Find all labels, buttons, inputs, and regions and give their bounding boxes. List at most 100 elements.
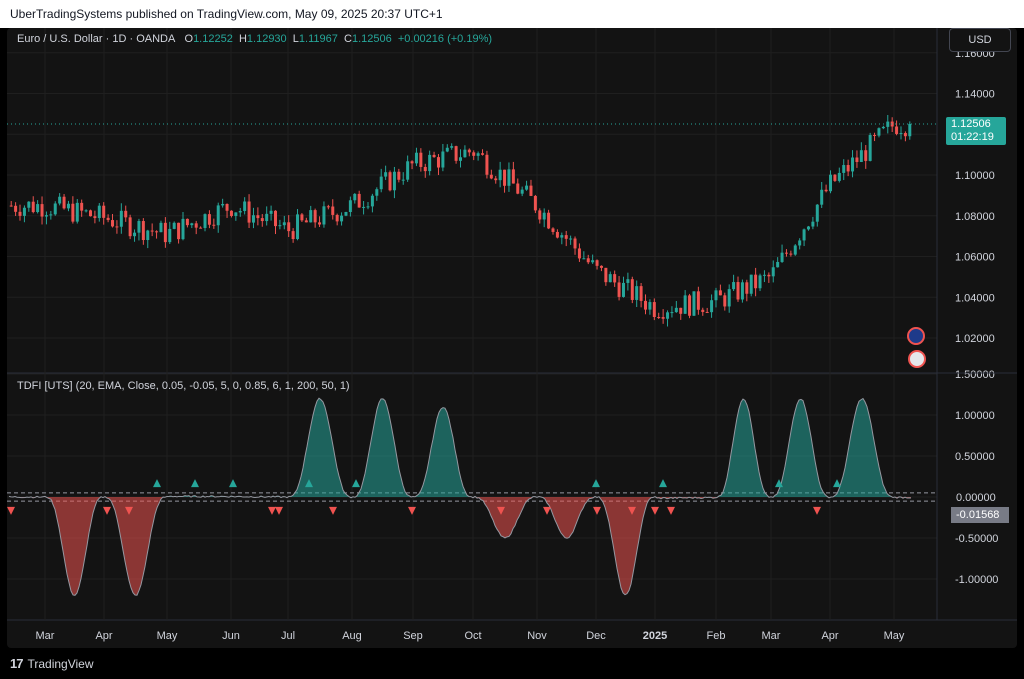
candle-body xyxy=(80,202,84,211)
buy-signal-icon xyxy=(592,479,600,488)
candle-body xyxy=(824,189,828,192)
candle-body xyxy=(49,214,53,216)
candle-body xyxy=(815,204,819,222)
candle-body xyxy=(71,203,75,222)
candle-body xyxy=(428,154,432,172)
high-label: H xyxy=(238,33,247,45)
time-axis-label: Apr xyxy=(95,630,112,642)
candle-body xyxy=(573,238,577,249)
tdfi-negative-area xyxy=(9,497,911,596)
candle-body xyxy=(163,222,167,243)
candle-body xyxy=(344,212,348,216)
candle-body xyxy=(560,235,564,238)
candle-body xyxy=(613,274,617,283)
chart-svg[interactable]: 1.020001.040001.060001.080001.100001.120… xyxy=(7,28,1017,648)
candle-body xyxy=(621,282,625,297)
candle-body xyxy=(507,169,511,186)
time-axis-label: Feb xyxy=(707,630,726,642)
candle-body xyxy=(362,206,366,208)
candle-body xyxy=(511,169,515,184)
candle-body xyxy=(58,196,62,204)
candle-body xyxy=(683,295,687,314)
candle-body xyxy=(353,193,357,201)
candle-body xyxy=(723,295,727,307)
candle-body xyxy=(476,153,480,156)
candle-body xyxy=(595,260,599,266)
publish-text: UberTradingSystems published on TradingV… xyxy=(10,7,443,21)
candle-body xyxy=(414,152,418,164)
sell-signal-icon xyxy=(543,506,551,515)
price-axis-label: 1.08000 xyxy=(955,211,995,223)
candle-body xyxy=(273,210,277,227)
candle-body xyxy=(392,171,396,191)
candle-body xyxy=(296,214,300,240)
close-label: C xyxy=(344,33,352,45)
candle-body xyxy=(340,215,344,222)
candle-body xyxy=(221,203,225,206)
indicator-axis-label: -1.00000 xyxy=(955,574,998,586)
candle-body xyxy=(494,178,498,181)
candle-body xyxy=(806,226,810,230)
candle-body xyxy=(520,189,524,194)
candle-body xyxy=(481,153,485,155)
candle-body xyxy=(802,229,806,241)
candle-body xyxy=(533,195,537,211)
candle-body xyxy=(397,171,401,180)
candle-body xyxy=(238,211,242,213)
tdfi-positive-area xyxy=(9,398,911,497)
candle-body xyxy=(375,189,379,196)
candle-body xyxy=(877,128,881,136)
candle-body xyxy=(251,215,255,223)
tradingview-brand[interactable]: 17 TradingView xyxy=(10,656,94,671)
currency-button[interactable]: USD xyxy=(949,28,1011,52)
price-tag-countdown: 01:22:19 xyxy=(951,131,994,143)
candle-body xyxy=(313,210,317,223)
time-axis-label: Mar xyxy=(36,630,55,642)
candle-body xyxy=(639,286,643,301)
candle-body xyxy=(124,210,128,218)
candle-body xyxy=(489,174,493,179)
candle-body xyxy=(423,166,427,172)
candle-body xyxy=(18,211,22,216)
candle-body xyxy=(84,210,88,212)
candle-body xyxy=(318,222,322,225)
candle-body xyxy=(115,226,119,228)
candle-body xyxy=(111,220,115,227)
candle-body xyxy=(789,253,793,255)
candle-body xyxy=(617,282,621,297)
candle-body xyxy=(661,317,665,319)
price-tag: 1.12506 01:22:19 xyxy=(946,117,1006,145)
candle-body xyxy=(168,228,172,243)
candle-body xyxy=(758,275,762,289)
indicator-legend[interactable]: TDFI [UTS] (20, EMA, Close, 0.05, -0.05,… xyxy=(17,380,350,392)
candle-body xyxy=(503,169,507,186)
candle-body xyxy=(551,228,555,232)
candle-body xyxy=(106,217,110,221)
high-value: 1.12930 xyxy=(246,33,287,45)
candle-body xyxy=(727,289,731,307)
chart-pane[interactable]: 1.020001.040001.060001.080001.100001.120… xyxy=(7,28,1017,648)
candle-body xyxy=(181,218,185,240)
price-axis-label: 1.06000 xyxy=(955,252,995,264)
candle-body xyxy=(436,157,440,168)
time-axis-label: Aug xyxy=(342,630,362,642)
candle-body xyxy=(216,205,220,226)
candle-body xyxy=(784,252,788,254)
close-value: 1.12506 xyxy=(351,33,392,45)
symbol-legend: Euro / U.S. Dollar · 1D · OANDA O1.12252… xyxy=(17,33,492,45)
candle-body xyxy=(150,230,154,232)
candle-body xyxy=(357,193,361,208)
candle-body xyxy=(555,231,559,238)
candle-body xyxy=(740,282,744,300)
candle-body xyxy=(688,295,692,316)
time-axis-label: Dec xyxy=(586,630,606,642)
candle-body xyxy=(27,201,31,208)
candle-body xyxy=(705,311,709,313)
buy-signal-icon xyxy=(229,479,237,488)
candle-body xyxy=(309,210,313,223)
candle-body xyxy=(93,216,97,219)
candle-body xyxy=(155,231,159,233)
candle-body xyxy=(194,223,198,228)
symbol-name[interactable]: Euro / U.S. Dollar · 1D · OANDA xyxy=(17,33,175,45)
candle-body xyxy=(696,291,700,310)
